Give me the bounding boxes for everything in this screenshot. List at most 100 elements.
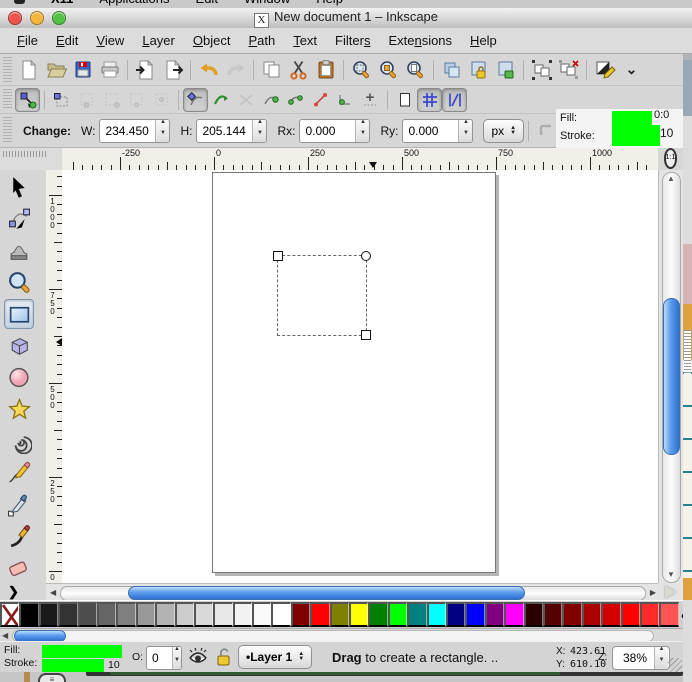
- menu-path[interactable]: Path: [239, 30, 284, 51]
- tool-zoom[interactable]: [4, 267, 34, 297]
- hscroll-thumb[interactable]: [128, 586, 525, 600]
- zoom-field[interactable]: ▲▼: [612, 646, 670, 670]
- menu-extensions[interactable]: Extensions: [379, 30, 461, 51]
- zoom-page-button[interactable]: [402, 56, 429, 83]
- palette-swatch[interactable]: [581, 602, 602, 627]
- opacity-spinner[interactable]: ▲ ▼: [172, 647, 181, 669]
- tool-spiral[interactable]: [4, 426, 34, 456]
- scroll-left-icon[interactable]: ◀: [50, 588, 56, 597]
- save-document-button[interactable]: [69, 56, 96, 83]
- snap-cusp-nodes-button[interactable]: [258, 88, 283, 112]
- handle-top-left[interactable]: [273, 251, 283, 261]
- width-input[interactable]: [100, 123, 156, 138]
- fill-swatch[interactable]: [42, 645, 122, 658]
- tool-pencil[interactable]: [4, 458, 34, 488]
- rx-spinner[interactable]: ▲ ▼: [355, 119, 370, 142]
- palette-swatch[interactable]: [329, 602, 350, 627]
- snap-midpoints-button[interactable]: [308, 88, 333, 112]
- mac-menu-help[interactable]: Help: [316, 0, 343, 6]
- tool-ellipse[interactable]: [4, 363, 34, 393]
- rx-input[interactable]: [300, 123, 356, 138]
- width-spinner[interactable]: ▲ ▼: [155, 119, 170, 142]
- paste-button[interactable]: [312, 56, 339, 83]
- height-input[interactable]: [197, 123, 253, 138]
- menu-view[interactable]: View: [87, 30, 133, 51]
- palette-swatch[interactable]: [504, 602, 524, 627]
- palette-swatch[interactable]: [135, 602, 156, 627]
- palette-swatch[interactable]: [174, 602, 194, 627]
- height-field[interactable]: ▲▼: [196, 118, 268, 143]
- units-dropdown[interactable]: px ▲ ▼: [483, 118, 525, 143]
- mac-menu-edit[interactable]: Edit: [196, 0, 218, 6]
- snap-rotation-center-button[interactable]: [358, 88, 383, 112]
- rx-field[interactable]: ▲▼: [299, 118, 371, 143]
- palette-scroll-left-icon[interactable]: ◀: [2, 631, 8, 640]
- toolbox-overflow-button[interactable]: ❯: [8, 584, 19, 600]
- palette-swatch[interactable]: [407, 602, 427, 627]
- tool-rectangle[interactable]: [4, 299, 34, 330]
- palette-swatch[interactable]: [116, 602, 136, 627]
- snap-nodes-button[interactable]: [183, 87, 208, 112]
- tool-star[interactable]: [4, 395, 34, 425]
- palette-swatch[interactable]: [58, 602, 78, 627]
- palette-swatch[interactable]: [19, 602, 39, 627]
- horizontal-ruler[interactable]: -250 0 250 500 750 1000: [62, 148, 658, 171]
- tool-selector[interactable]: [4, 172, 34, 202]
- palette-swatch-none[interactable]: [0, 602, 20, 627]
- palette-swatch[interactable]: [77, 602, 97, 627]
- canvas[interactable]: [62, 170, 658, 583]
- ry-spinner[interactable]: ▲ ▼: [458, 119, 473, 142]
- vertical-ruler[interactable]: 0 2 5 0 5 0 0 7 5 0 1 0 0 0: [46, 170, 63, 583]
- vscroll-thumb[interactable]: [663, 298, 680, 455]
- height-spinner[interactable]: ▲ ▼: [252, 119, 267, 142]
- snap-bbox-edge-button[interactable]: [74, 88, 99, 112]
- cut-button[interactable]: [285, 56, 312, 83]
- tool-bezier-pen[interactable]: [4, 490, 34, 520]
- snap-bbox-corner-button[interactable]: [99, 88, 124, 112]
- export-button[interactable]: [159, 56, 186, 83]
- handle-bottom-right[interactable]: [361, 330, 371, 340]
- palette-swatch[interactable]: [252, 602, 272, 627]
- menu-text[interactable]: Text: [284, 30, 326, 51]
- scroll-right-icon[interactable]: ▶: [650, 588, 656, 597]
- palette-swatch[interactable]: [639, 602, 660, 627]
- undo-button[interactable]: [195, 56, 222, 83]
- zoom-input[interactable]: [613, 651, 654, 665]
- zoom-1-1-button[interactable]: 1:1: [658, 147, 683, 170]
- palette-swatch[interactable]: [542, 602, 563, 627]
- ungroup-button[interactable]: [555, 56, 582, 83]
- menu-help[interactable]: Help: [461, 30, 506, 51]
- handle-top-right[interactable]: [361, 251, 371, 261]
- palette-swatch[interactable]: [445, 602, 466, 627]
- palette-swatch[interactable]: [387, 602, 408, 627]
- menu-filters[interactable]: Filters: [326, 30, 379, 51]
- group-button[interactable]: [528, 56, 555, 83]
- palette-scroll-right-button[interactable]: [658, 583, 683, 600]
- palette-swatch[interactable]: [193, 602, 214, 627]
- palette-swatch[interactable]: [213, 602, 233, 627]
- tool-calligraphy[interactable]: [4, 522, 34, 552]
- snap-smooth-nodes-button[interactable]: [283, 88, 308, 112]
- zoom-spinner[interactable]: ▲ ▼: [654, 647, 668, 669]
- tool-box-3d[interactable]: [4, 331, 34, 361]
- palette-swatch[interactable]: [620, 602, 640, 627]
- zoom-drawing-button[interactable]: [375, 56, 402, 83]
- palette-swatch[interactable]: [562, 602, 582, 627]
- tool-node-editor[interactable]: [4, 204, 34, 234]
- palette-swatch[interactable]: [523, 602, 543, 627]
- fill-stroke-editor-button[interactable]: [591, 56, 618, 83]
- scroll-up-icon[interactable]: ▲: [667, 174, 675, 183]
- mac-menu-applications[interactable]: Applications: [99, 0, 169, 6]
- document-page[interactable]: [212, 172, 496, 573]
- duplicate-button[interactable]: [438, 56, 465, 83]
- snap-enable-button[interactable]: [15, 87, 40, 112]
- opacity-input[interactable]: [147, 651, 172, 665]
- palette-swatch[interactable]: [601, 602, 621, 627]
- overflow-chevron-button[interactable]: ⌄: [618, 56, 645, 83]
- new-document-button[interactable]: [15, 56, 42, 83]
- width-field[interactable]: ▲▼: [99, 118, 171, 143]
- tool-tweak[interactable]: [4, 236, 34, 266]
- import-button[interactable]: [132, 56, 159, 83]
- tool-eraser[interactable]: [4, 554, 34, 584]
- print-button[interactable]: [96, 56, 123, 83]
